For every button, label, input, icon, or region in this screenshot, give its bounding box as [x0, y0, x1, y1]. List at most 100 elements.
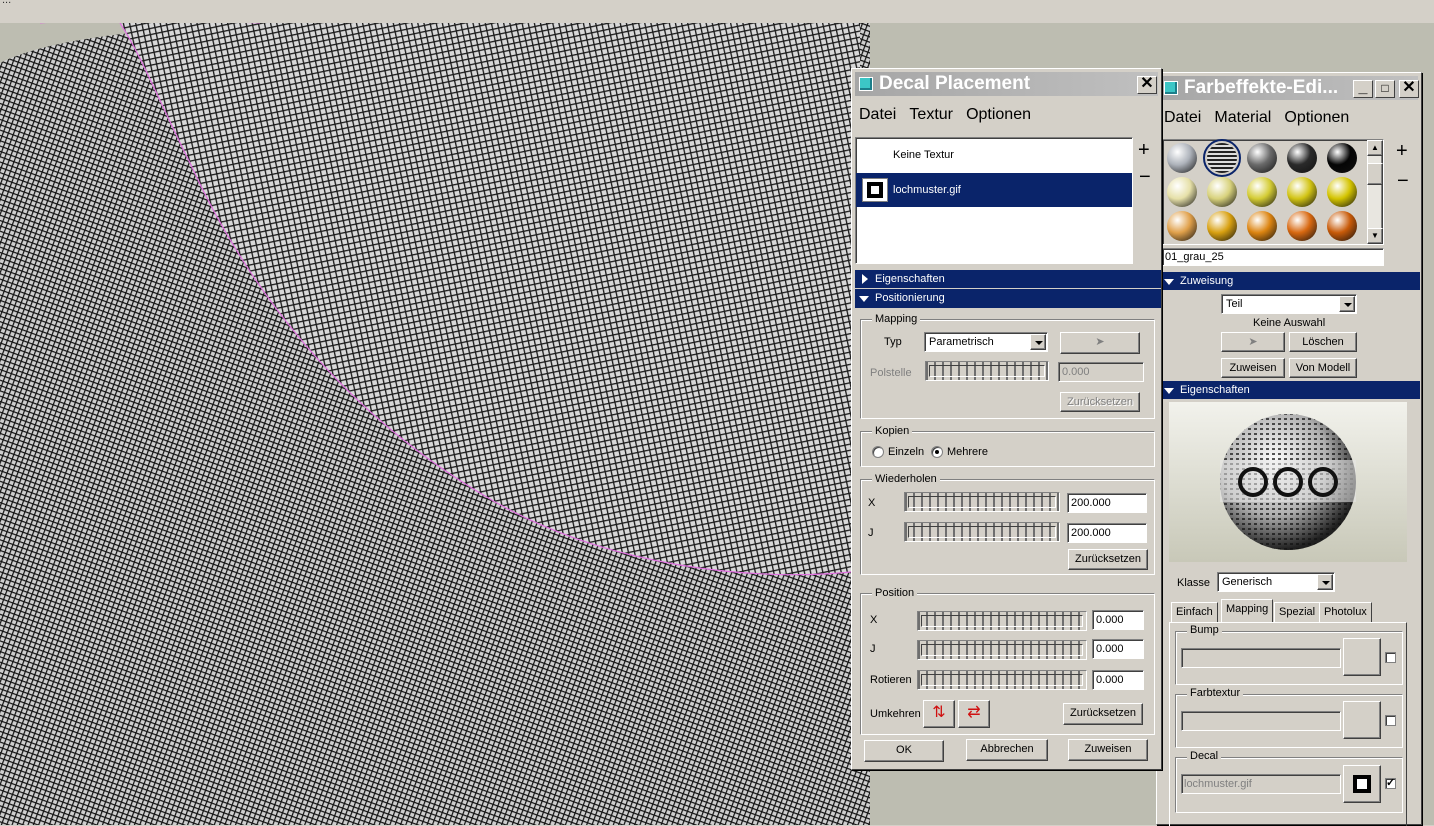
decal-file-field[interactable]: lochmuster.gif	[1181, 774, 1341, 794]
pole-value-field[interactable]: 0.000	[1058, 362, 1144, 382]
flip-horizontal-button[interactable]: ⇄	[958, 700, 990, 728]
class-dropdown[interactable]: Generisch	[1217, 572, 1335, 592]
decal-label: Decal	[1187, 750, 1222, 762]
decal-preview-button[interactable]	[1343, 765, 1381, 803]
decal-checkbox[interactable]	[1385, 776, 1396, 789]
material-swatch[interactable]	[1287, 211, 1317, 241]
close-button[interactable]: ✕	[1137, 76, 1157, 94]
material-swatch[interactable]	[1287, 177, 1317, 207]
menu-optionen[interactable]: Optionen	[962, 103, 1035, 127]
mapping-type-dropdown[interactable]: Parametrisch	[924, 332, 1048, 352]
remove-material-button[interactable]: −	[1397, 171, 1409, 191]
material-swatch[interactable]	[1167, 177, 1197, 207]
maximize-button[interactable]: □	[1375, 80, 1395, 98]
bump-field[interactable]	[1181, 648, 1341, 668]
collapse-arrow-icon	[859, 296, 869, 302]
material-swatch[interactable]	[1203, 139, 1241, 177]
menu-material[interactable]: Material	[1210, 106, 1275, 130]
position-x-field[interactable]: 0.000	[1092, 610, 1144, 630]
menu-optionen[interactable]: Optionen	[1280, 106, 1353, 130]
material-swatch[interactable]	[1247, 143, 1277, 173]
from-model-button[interactable]: Von Modell	[1289, 358, 1357, 378]
scroll-thumb[interactable]	[1367, 163, 1383, 185]
material-swatch[interactable]	[1207, 177, 1237, 207]
pick-pole-button[interactable]: ➤	[1060, 332, 1140, 354]
properties-header[interactable]: Eigenschaften	[1160, 381, 1420, 399]
list-item-selected[interactable]: lochmuster.gif	[856, 173, 1132, 207]
material-swatch[interactable]	[1287, 143, 1317, 173]
cursor-arrow-icon: ➤	[1095, 336, 1105, 348]
repeat-x-slider[interactable]	[904, 492, 1060, 512]
material-swatch[interactable]	[1167, 211, 1197, 241]
flip-vertical-button[interactable]: ⇅	[923, 700, 955, 728]
menu-textur[interactable]: Textur	[905, 103, 957, 127]
texture-list[interactable]: Keine Textur lochmuster.gif	[855, 137, 1133, 264]
positioning-header[interactable]: Positionierung	[855, 289, 1161, 308]
properties-header[interactable]: Eigenschaften	[855, 270, 1161, 288]
flip-vertical-icon: ⇅	[932, 704, 946, 721]
position-reset-button[interactable]: Zurücksetzen	[1063, 703, 1143, 725]
position-j-field[interactable]: 0.000	[1092, 639, 1144, 659]
tab-einfach[interactable]: Einfach	[1171, 602, 1218, 622]
close-button[interactable]: ✕	[1399, 80, 1419, 98]
position-j-slider[interactable]	[917, 640, 1087, 660]
rotate-slider[interactable]	[917, 670, 1087, 690]
single-radio[interactable]	[872, 446, 884, 458]
material-swatch[interactable]	[1247, 177, 1277, 207]
tab-spezial[interactable]: Spezial	[1274, 602, 1321, 622]
assign-button[interactable]: Zuweisen	[1221, 358, 1285, 378]
repeat-j-field[interactable]: 200.000	[1067, 523, 1147, 543]
assign-button[interactable]: Zuweisen	[1068, 739, 1148, 761]
material-swatch[interactable]	[1167, 143, 1197, 173]
scroll-up-icon[interactable]: ▲	[1367, 140, 1383, 156]
bump-checkbox[interactable]	[1385, 652, 1396, 663]
decal-titlebar[interactable]: Decal Placement	[855, 72, 1158, 96]
type-label: Typ	[884, 336, 902, 348]
swatch-scrollbar[interactable]: ▲ ▼	[1367, 140, 1383, 244]
multiple-label: Mehrere	[947, 446, 988, 458]
multiple-radio[interactable]	[931, 446, 943, 458]
material-name-field[interactable]: 01_grau_25	[1162, 248, 1384, 266]
add-material-button[interactable]: +	[1396, 141, 1408, 161]
repeat-j-slider[interactable]	[904, 522, 1060, 542]
rotate-field[interactable]: 0.000	[1092, 670, 1144, 690]
rotate-label: Rotieren	[870, 674, 912, 686]
pick-button[interactable]: ➤	[1221, 332, 1285, 352]
color-texture-checkbox[interactable]	[1385, 715, 1396, 726]
material-swatch-grid[interactable]: ▲ ▼	[1162, 139, 1384, 245]
remove-texture-button[interactable]: −	[1139, 167, 1151, 187]
window-title: Farbeffekte-Edi...	[1184, 77, 1339, 98]
menu-datei[interactable]: Datei	[855, 103, 900, 127]
top-strip-text: ...	[2, 0, 12, 6]
material-swatch[interactable]	[1247, 211, 1277, 241]
assignment-status: Keine Auswahl	[1253, 317, 1326, 329]
mapping-reset-button[interactable]: Zurücksetzen	[1060, 392, 1140, 412]
add-texture-button[interactable]: +	[1138, 140, 1150, 160]
tab-photolux[interactable]: Photolux	[1319, 602, 1372, 622]
position-x-slider[interactable]	[917, 611, 1087, 631]
material-swatch[interactable]	[1327, 211, 1357, 241]
pole-slider[interactable]	[925, 361, 1049, 381]
chevron-down-icon	[1317, 574, 1333, 590]
list-item[interactable]: Keine Textur	[856, 138, 1132, 172]
color-texture-field[interactable]	[1181, 711, 1341, 731]
color-texture-preview-button[interactable]	[1343, 701, 1381, 739]
repeat-x-field[interactable]: 200.000	[1067, 493, 1147, 513]
bump-preview-button[interactable]	[1343, 638, 1381, 676]
window-title: Decal Placement	[879, 73, 1031, 94]
delete-button[interactable]: Löschen	[1289, 332, 1357, 352]
material-swatch[interactable]	[1207, 211, 1237, 241]
material-swatch[interactable]	[1327, 177, 1357, 207]
tab-mapping[interactable]: Mapping	[1221, 599, 1274, 622]
material-swatch[interactable]	[1327, 143, 1357, 173]
assignment-dropdown[interactable]: Teil	[1221, 294, 1357, 314]
menu-datei[interactable]: Datei	[1160, 106, 1205, 130]
scroll-down-icon[interactable]: ▼	[1367, 228, 1383, 244]
cancel-button[interactable]: Abbrechen	[966, 739, 1048, 761]
preview-sphere-icon	[1220, 414, 1356, 550]
minimize-button[interactable]: _	[1353, 80, 1373, 98]
assignment-header[interactable]: Zuweisung	[1160, 272, 1420, 290]
collapse-arrow-icon	[1164, 279, 1174, 285]
ok-button[interactable]: OK	[864, 740, 944, 762]
repeat-reset-button[interactable]: Zurücksetzen	[1068, 549, 1148, 570]
